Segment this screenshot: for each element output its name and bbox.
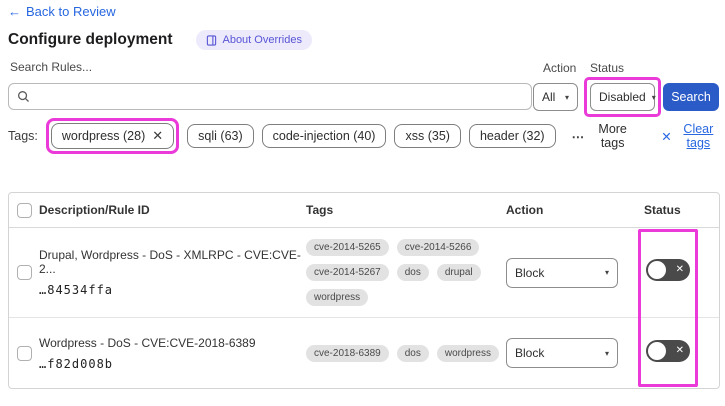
chevron-down-icon: ▾ bbox=[651, 92, 656, 102]
action-value: Block bbox=[515, 265, 545, 280]
row-checkbox[interactable] bbox=[17, 345, 32, 361]
chevron-down-icon: ▾ bbox=[604, 268, 609, 277]
selected-tag-annotation-highlight: wordpress (28) ✕ bbox=[45, 118, 180, 154]
action-dropdown[interactable]: Block ▾ bbox=[506, 257, 618, 288]
toggle-off-x-icon: ✕ bbox=[675, 344, 684, 356]
tag-chip: dos bbox=[396, 344, 429, 362]
back-to-review-link[interactable]: ← Back to Review bbox=[8, 4, 116, 19]
action-dropdown[interactable]: Block ▾ bbox=[506, 338, 618, 368]
clear-tags-label: Clear tags bbox=[683, 122, 714, 150]
rule-description: Drupal, Wordpress - DoS - XMLRPC - CVE:C… bbox=[39, 248, 301, 276]
clear-tags-button[interactable]: ✕ Clear tags bbox=[661, 122, 720, 150]
back-link-label: Back to Review bbox=[26, 4, 116, 19]
chevron-down-icon: ▾ bbox=[564, 92, 569, 102]
row-checkbox-cell bbox=[9, 265, 39, 280]
toggle-knob bbox=[648, 341, 666, 360]
description-cell: Drupal, Wordpress - DoS - XMLRPC - CVE:C… bbox=[39, 248, 306, 297]
status-filter-value: Disabled bbox=[599, 90, 646, 104]
column-header-action: Action bbox=[506, 203, 544, 217]
title-row: Configure deployment About Overrides bbox=[8, 30, 312, 50]
select-all-checkbox[interactable] bbox=[17, 202, 32, 218]
about-overrides-label: About Overrides bbox=[222, 34, 302, 46]
back-arrow-icon: ← bbox=[8, 4, 21, 19]
configure-deployment-page: ← Back to Review Configure deployment Abo… bbox=[0, 0, 725, 406]
status-cell: ✕ bbox=[644, 339, 719, 367]
action-cell: Block ▾ bbox=[506, 257, 644, 288]
action-filter-dropdown[interactable]: All ▾ bbox=[533, 83, 578, 111]
toggle-off-x-icon: ✕ bbox=[675, 264, 684, 275]
rule-description: Wordpress - DoS - CVE:CVE-2018-6389 bbox=[39, 335, 256, 350]
page-title: Configure deployment bbox=[8, 31, 173, 48]
tag-filter-label: wordpress (28) bbox=[61, 129, 146, 143]
rules-table: Description/Rule ID Tags Action Status D… bbox=[8, 192, 720, 389]
tag-chip: wordpress bbox=[306, 289, 369, 306]
description-cell: Wordpress - DoS - CVE:CVE-2018-6389 …f82d… bbox=[39, 336, 306, 371]
tag-filter-wordpress[interactable]: wordpress (28) ✕ bbox=[50, 123, 175, 149]
about-overrides-badge[interactable]: About Overrides bbox=[196, 30, 312, 50]
status-toggle[interactable]: ✕ bbox=[646, 339, 690, 362]
status-toggle[interactable]: ✕ bbox=[646, 259, 690, 281]
tags-cell: cve-2014-5265 cve-2014-5266 cve-2014-5267 d… bbox=[306, 239, 506, 306]
search-rules-label: Search Rules... bbox=[10, 60, 93, 74]
more-tags-button[interactable]: ⋯ More tags bbox=[572, 122, 634, 150]
remove-tag-icon[interactable]: ✕ bbox=[152, 128, 163, 144]
chevron-down-icon: ▾ bbox=[604, 348, 609, 358]
action-value: Block bbox=[515, 346, 545, 360]
column-header-description: Description/Rule ID bbox=[39, 203, 150, 217]
header-checkbox-cell bbox=[9, 202, 39, 218]
tags-filter-bar: Tags: wordpress (28) ✕ sqli (63) code-inj… bbox=[8, 118, 720, 154]
tag-chip: cve-2014-5266 bbox=[396, 239, 480, 256]
toggle-knob bbox=[648, 261, 666, 279]
action-filter-value: All bbox=[542, 90, 556, 104]
search-button[interactable]: Search bbox=[663, 83, 719, 111]
action-filter-label: Action bbox=[543, 61, 577, 75]
status-filter-dropdown[interactable]: Disabled ▾ bbox=[590, 83, 656, 111]
table-row: Drupal, Wordpress - DoS - XMLRPC - CVE:C… bbox=[9, 228, 719, 318]
search-rules-box[interactable] bbox=[8, 83, 532, 110]
column-header-status: Status bbox=[644, 203, 681, 217]
tag-filter-pill[interactable]: code-injection (40) bbox=[261, 124, 387, 148]
status-cell: ✕ bbox=[644, 259, 719, 286]
tag-filter-pill[interactable]: header (32) bbox=[468, 124, 556, 148]
tag-chip: dos bbox=[396, 264, 429, 281]
tag-filter-pill[interactable]: xss (35) bbox=[394, 124, 461, 148]
status-filter-label: Status bbox=[590, 61, 625, 75]
tag-filter-pill[interactable]: sqli (63) bbox=[187, 124, 254, 148]
more-tags-label: More tags bbox=[598, 122, 627, 150]
tag-chip: cve-2018-6389 bbox=[306, 344, 389, 362]
search-icon bbox=[17, 90, 30, 103]
clear-tags-icon: ✕ bbox=[661, 129, 672, 144]
tag-chip: drupal bbox=[436, 264, 481, 281]
search-rules-input[interactable] bbox=[36, 89, 523, 104]
tag-chip: cve-2014-5265 bbox=[306, 239, 389, 256]
tag-chip: wordpress bbox=[436, 344, 499, 362]
action-cell: Block ▾ bbox=[506, 338, 644, 368]
row-checkbox-cell bbox=[9, 345, 39, 361]
rule-id: …f82d008b bbox=[39, 356, 114, 371]
ellipsis-icon: ⋯ bbox=[571, 129, 586, 144]
tags-label: Tags: bbox=[8, 129, 38, 143]
table-row: Wordpress - DoS - CVE:CVE-2018-6389 …f82d… bbox=[9, 318, 719, 388]
rule-id: …84534ffa bbox=[39, 283, 114, 297]
row-checkbox[interactable] bbox=[17, 265, 32, 280]
column-header-tags: Tags bbox=[306, 203, 334, 217]
tag-chip: cve-2014-5267 bbox=[306, 264, 389, 281]
tags-cell: cve-2018-6389 dos wordpress bbox=[306, 344, 506, 362]
book-icon bbox=[206, 34, 217, 46]
table-header-row: Description/Rule ID Tags Action Status bbox=[9, 193, 719, 228]
status-filter-annotation-highlight: Disabled ▾ bbox=[584, 77, 661, 117]
table-body: Drupal, Wordpress - DoS - XMLRPC - CVE:C… bbox=[9, 228, 719, 388]
